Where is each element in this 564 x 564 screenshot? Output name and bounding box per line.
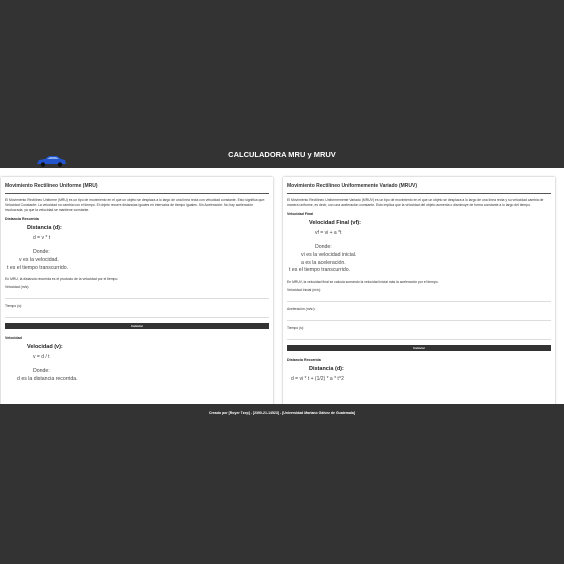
formula-variable-line: t es el tiempo transcurrido. (289, 267, 351, 273)
formula-variable-line: a es la aceleración. (301, 259, 346, 266)
formula-title: Distancia (d): (309, 365, 344, 372)
mruv-velfinal-section-title: Velocidad Final (287, 212, 314, 216)
mruv-title: Movimiento Rectilíneo Uniformemente Vari… (287, 183, 551, 194)
mruv-panel: Movimiento Rectilíneo Uniformemente Vari… (283, 177, 555, 404)
mruv-distancia-formula: Distancia (d): d = vi * t + (1/2) * a * … (287, 366, 551, 382)
mruv-distancia-section-title: Distancia Recorrida (287, 357, 321, 362)
aceleracion-field-label: Aceleración (m/s²): (287, 306, 316, 311)
mru-panel: Movimiento Rectilíneo Uniforme (MRU) El … (1, 177, 273, 404)
velocidad-field-label: Velocidad (m/s): (5, 285, 30, 289)
tiempo-field-label: Tiempo (s): (5, 304, 23, 308)
formula-expression: d = v * t (33, 235, 51, 241)
mru-distancia-section-title: Distancia Recorrida (5, 217, 39, 221)
velocidad-inicial-field-label: Velocidad Inicial (m/s): (287, 287, 321, 292)
mruv-description: El Movimiento Rectilíneo Uniformemente V… (287, 198, 544, 207)
formula-variable-line: t es el tiempo transcurrido. (7, 264, 69, 271)
formula-title: Velocidad (v): (27, 344, 63, 350)
mru-title: Movimiento Rectilíneo Uniforme (MRU) (5, 183, 269, 194)
tiempo-input[interactable] (5, 310, 269, 318)
formula-title: Distancia (d): (27, 225, 62, 231)
tiempo-mruv-input[interactable] (287, 331, 551, 340)
mru-velocidad-formula: Velocidad (v): v = d / t Donde: d es la … (5, 344, 269, 384)
formula-variable-line: vi es la velocidad inicial. (301, 252, 357, 258)
formula-where-label: Donde: (33, 249, 50, 255)
formula-variable-line: v es la velocidad. (19, 257, 59, 263)
formula-expression: vf = vi + a *t (315, 230, 342, 236)
mruv-velfinal-formula: Velocidad Final (vf): vf = vi + a *t Don… (287, 220, 551, 275)
formula-expression: v = d / t (33, 354, 50, 360)
formula-variable-line: d es la distancia recorrida. (17, 376, 78, 382)
calcular-velfinal-button[interactable]: Calcular (287, 344, 551, 351)
header: CALCULADORA MRU y MRUV (0, 140, 564, 168)
footer: Creado por [Royer Tzep] - [2390-21-14523… (208, 411, 356, 415)
velocidad-inicial-input[interactable] (287, 293, 551, 302)
mru-velocidad-section-title: Velocidad (5, 336, 22, 340)
formula-where-label: Donde: (315, 244, 332, 250)
app-title: CALCULADORA MRU y MRUV (228, 150, 336, 159)
formula-title: Velocidad Final (vf): (309, 220, 361, 226)
aceleracion-input[interactable] (287, 312, 551, 321)
velocidad-input[interactable] (5, 291, 269, 299)
mru-distancia-note: En MRU, la distancia recorrida es el pro… (5, 277, 119, 281)
mru-description: El Movimiento Rectilíneo Uniforme (MRU) … (5, 198, 266, 212)
formula-where-label: Donde: (33, 368, 50, 374)
mru-distancia-formula: Distancia (d): d = v * t Donde: v es la … (5, 225, 269, 272)
formula-expression: d = vi * t + (1/2) * a * t^2 (291, 375, 344, 382)
main-content: Movimiento Rectilíneo Uniforme (MRU) El … (0, 168, 564, 404)
tiempo-field-label: Tiempo (s): (287, 325, 305, 330)
mruv-velfinal-note: En MRUV, la velocidad final se calcula s… (287, 279, 439, 284)
calcular-distancia-button[interactable]: Calcular (5, 323, 269, 329)
